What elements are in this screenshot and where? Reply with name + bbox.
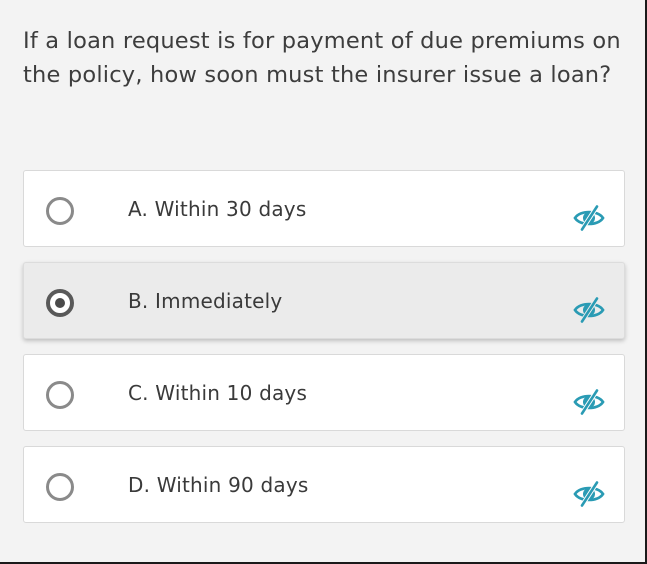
eye-slash-icon[interactable] bbox=[572, 481, 606, 507]
radio-selected-dot bbox=[55, 298, 65, 308]
eye-slash-icon[interactable] bbox=[572, 297, 606, 323]
answer-option-label: B. Immediately bbox=[128, 289, 283, 313]
answer-option-label: A. Within 30 days bbox=[128, 197, 307, 221]
answer-option-label: D. Within 90 days bbox=[128, 473, 309, 497]
radio-button[interactable] bbox=[46, 197, 74, 225]
answer-option-a[interactable]: A. Within 30 days bbox=[23, 170, 625, 247]
radio-button-selected[interactable] bbox=[46, 289, 74, 317]
radio-button[interactable] bbox=[46, 381, 74, 409]
answer-option-d[interactable]: D. Within 90 days bbox=[23, 446, 625, 523]
answer-option-b[interactable]: B. Immediately bbox=[23, 262, 625, 339]
radio-button[interactable] bbox=[46, 473, 74, 501]
answer-option-c[interactable]: C. Within 10 days bbox=[23, 354, 625, 431]
question-text: If a loan request is for payment of due … bbox=[23, 28, 621, 88]
answer-options: A. Within 30 days B. Immediately C. With… bbox=[23, 170, 625, 538]
eye-slash-icon[interactable] bbox=[572, 389, 606, 415]
eye-slash-icon[interactable] bbox=[572, 205, 606, 231]
answer-option-label: C. Within 10 days bbox=[128, 381, 308, 405]
